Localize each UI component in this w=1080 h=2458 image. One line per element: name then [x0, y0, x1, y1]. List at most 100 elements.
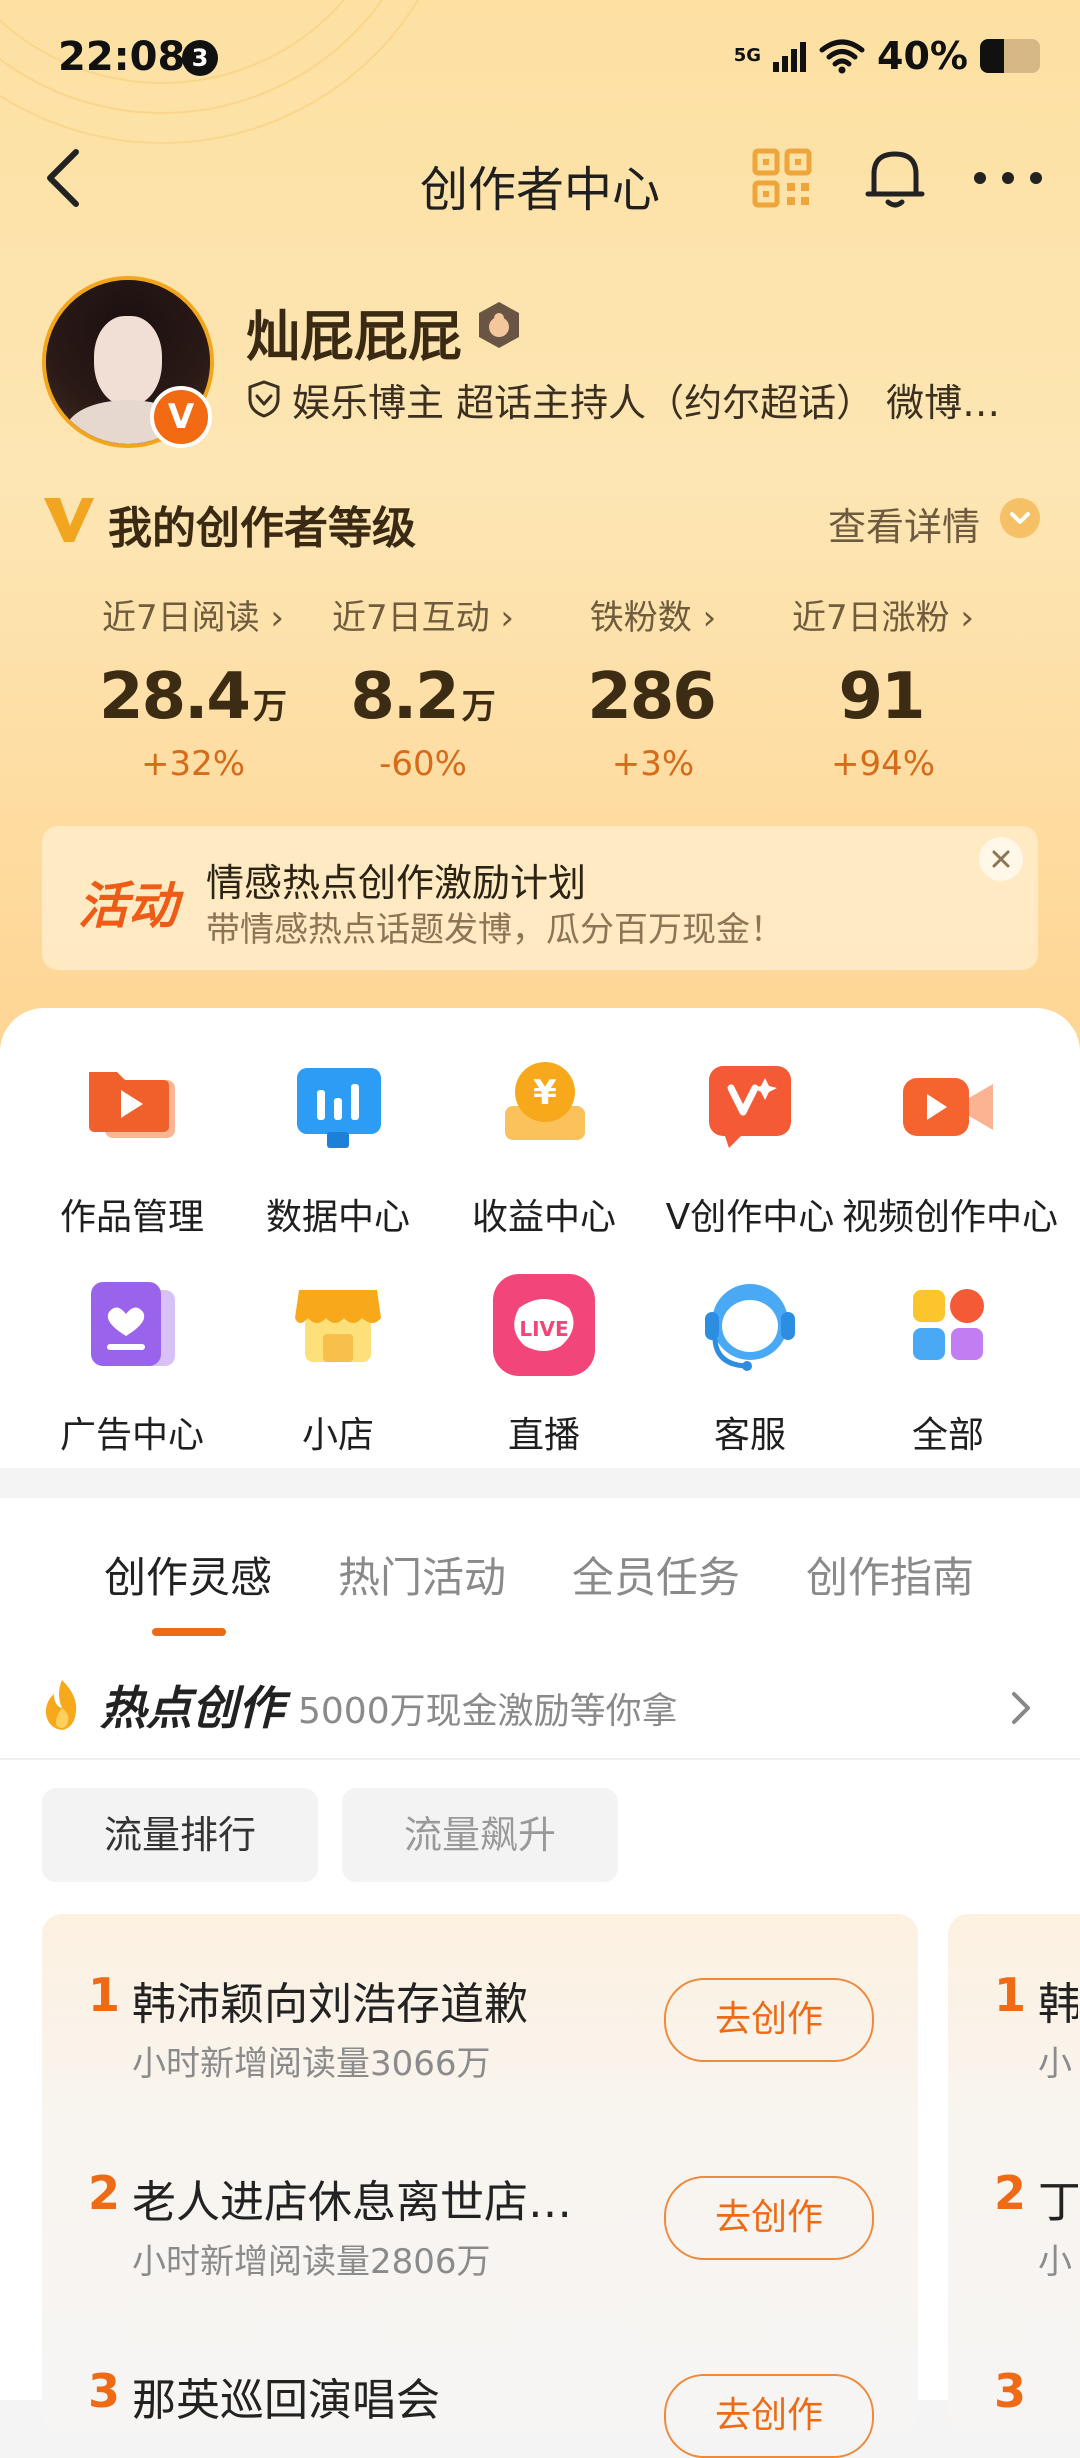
- go-create-button[interactable]: 去创作: [664, 1978, 874, 2062]
- pill-traffic-ranking[interactable]: 流量排行: [42, 1788, 318, 1882]
- rank-number: 3: [88, 2364, 121, 2418]
- rank-title: 那英巡回演唱会: [132, 2375, 440, 2426]
- stat-value: 91: [838, 660, 925, 734]
- svg-text:¥: ¥: [533, 1073, 557, 1113]
- tool-label: 作品管理: [59, 1197, 204, 1238]
- user-tags[interactable]: 娱乐博主 超话主持人（约尔超话） 微博…: [246, 374, 1026, 425]
- tool-income-center[interactable]: ¥ 收益中心: [438, 1052, 650, 1240]
- stat-value: 28.4: [99, 660, 251, 734]
- tool-label: 客服: [713, 1415, 786, 1456]
- tool-ad-center[interactable]: 广告中心: [26, 1270, 238, 1458]
- go-create-button[interactable]: 去创作: [664, 2374, 874, 2458]
- all-apps-icon: [913, 1289, 984, 1360]
- stats-row: 近7日阅读 › 28.4 万 +32% 近7日互动 › 8.2 万 -60% 铁粉数…: [0, 590, 1080, 790]
- tool-video-creation-center[interactable]: 视频创作中心: [842, 1052, 1058, 1240]
- rank-title: 韩沛颖向刘浩存道歉: [132, 1979, 528, 2030]
- stat-change: +3%: [611, 744, 695, 784]
- signal-icon: [773, 42, 807, 72]
- v-level-icon: [44, 498, 94, 542]
- tool-label: 直播: [507, 1415, 580, 1456]
- svg-text:LIVE: LIVE: [519, 1317, 568, 1341]
- rank-number: 2: [994, 2166, 1027, 2220]
- rank-title: 丁: [1038, 2177, 1078, 2228]
- live-icon: LIVE: [493, 1274, 595, 1376]
- stat-value: 8.2: [350, 660, 459, 734]
- hot-creation-row[interactable]: 热点创作 5000万现金激励等你拿: [0, 1658, 1080, 1760]
- stat-label: 近7日涨粉 ›: [791, 598, 975, 638]
- stat-new-fans-7d[interactable]: 近7日涨粉 › 91 +94%: [768, 590, 998, 784]
- tab-all-member-tasks[interactable]: 全员任务: [572, 1544, 740, 1605]
- rank-number: 1: [88, 1968, 121, 2022]
- tool-label: 广告中心: [59, 1415, 204, 1456]
- rank-title: 韩: [1038, 1979, 1078, 2030]
- rank-number: 2: [88, 2166, 121, 2220]
- creator-level-row: 我的创作者等级 查看详情: [0, 486, 1080, 556]
- verified-badge: V: [150, 386, 212, 448]
- active-tab-indicator: [152, 1628, 226, 1636]
- stat-reads-7d[interactable]: 近7日阅读 › 28.4 万 +32%: [78, 590, 308, 784]
- pill-traffic-surge[interactable]: 流量飙升: [342, 1788, 618, 1882]
- tool-works-management[interactable]: 作品管理: [26, 1052, 238, 1240]
- tool-all[interactable]: 全部: [842, 1270, 1054, 1458]
- tab-hot-activities[interactable]: 热门活动: [338, 1544, 506, 1605]
- tool-v-creation-center[interactable]: V创作中心: [644, 1052, 856, 1240]
- rank-title: 老人进店休息离世店…: [132, 2177, 572, 2228]
- battery-icon: [980, 39, 1040, 73]
- view-details-link[interactable]: 查看详情: [828, 496, 980, 551]
- go-create-button[interactable]: 去创作: [664, 2176, 874, 2260]
- hot-creation-title: 热点创作: [100, 1681, 284, 1735]
- network-label: 5G: [733, 45, 762, 66]
- status-time: 22:08: [58, 34, 186, 80]
- medal-icon[interactable]: [474, 300, 524, 350]
- ad-heart-icon: [91, 1282, 175, 1366]
- tool-data-center[interactable]: 数据中心: [232, 1052, 444, 1240]
- chevron-right-icon[interactable]: [1006, 1686, 1036, 1730]
- activity-banner[interactable]: 活动 情感热点创作激励计划 带情感热点话题发博，瓜分百万现金！: [42, 826, 1038, 970]
- income-yuan-icon: ¥: [505, 1062, 585, 1140]
- stat-interactions-7d[interactable]: 近7日互动 › 8.2 万 -60%: [308, 590, 538, 784]
- stat-value: 286: [587, 660, 717, 734]
- tool-label: 收益中心: [471, 1197, 616, 1238]
- status-bar: 22:08 3 5G 40%: [0, 0, 1080, 110]
- avatar-face: [94, 316, 162, 406]
- shop-icon: [295, 1290, 381, 1362]
- activity-tag: 活动: [78, 877, 178, 935]
- rank-subtitle: 小: [1038, 2044, 1072, 2084]
- rank-number: 3: [994, 2364, 1027, 2418]
- close-icon[interactable]: [978, 836, 1024, 882]
- tab-bar: 创作灵感 热门活动 全员任务 创作指南: [0, 1524, 1080, 1636]
- tool-label: V创作中心: [665, 1197, 835, 1238]
- stat-unit: 万: [252, 687, 287, 727]
- tool-label: 数据中心: [265, 1197, 410, 1238]
- more-icon[interactable]: [968, 160, 1048, 196]
- username[interactable]: 灿屁屁屁: [246, 292, 462, 371]
- rank-number: 1: [994, 1968, 1027, 2022]
- tool-label: 全部: [911, 1415, 984, 1456]
- tool-shop[interactable]: 小店: [232, 1270, 444, 1458]
- tab-creation-guide[interactable]: 创作指南: [806, 1544, 974, 1605]
- tools-panel: 作品管理 数据中心 ¥ 收益中心 V创作中心 视频创作中心 广告中心 小店 LI…: [0, 1008, 1080, 1468]
- wifi-icon: [819, 39, 865, 74]
- ranking-card: 1 韩沛颖向刘浩存道歉 小时新增阅读量3066万 去创作 2 老人进店休息离世店…: [42, 1914, 918, 2458]
- stat-change: +32%: [140, 744, 246, 784]
- works-folder-icon: [89, 1072, 175, 1138]
- activity-subtitle: 带情感热点话题发博，瓜分百万现金！: [206, 910, 784, 950]
- tool-customer-service[interactable]: 客服: [644, 1270, 856, 1458]
- ranking-card-peek: 1 韩 小 2 丁 小 3: [948, 1914, 1080, 2434]
- tab-creative-inspiration[interactable]: 创作灵感: [104, 1544, 272, 1605]
- activity-title: 情感热点创作激励计划: [206, 861, 587, 905]
- bell-icon[interactable]: [862, 144, 928, 212]
- stat-label: 铁粉数 ›: [589, 598, 717, 638]
- profile-section: V 灿屁屁屁 娱乐博主 超话主持人（约尔超话） 微博…: [0, 272, 1080, 452]
- fire-icon: [45, 1680, 77, 1730]
- rank-subtitle: 小: [1038, 2242, 1072, 2282]
- qr-code-icon[interactable]: [752, 148, 812, 208]
- chevron-down-icon[interactable]: [1000, 498, 1040, 538]
- hot-creation-subtitle: 5000万现金激励等你拿: [298, 1691, 678, 1732]
- stat-iron-fans[interactable]: 铁粉数 › 286 +3%: [538, 590, 768, 784]
- tool-live[interactable]: LIVE 直播: [438, 1270, 650, 1458]
- data-chart-icon: [297, 1068, 381, 1148]
- battery-fill: [980, 39, 1004, 73]
- v-create-icon: [709, 1066, 791, 1148]
- rank-subtitle: 小时新增阅读量2806万: [132, 2242, 491, 2282]
